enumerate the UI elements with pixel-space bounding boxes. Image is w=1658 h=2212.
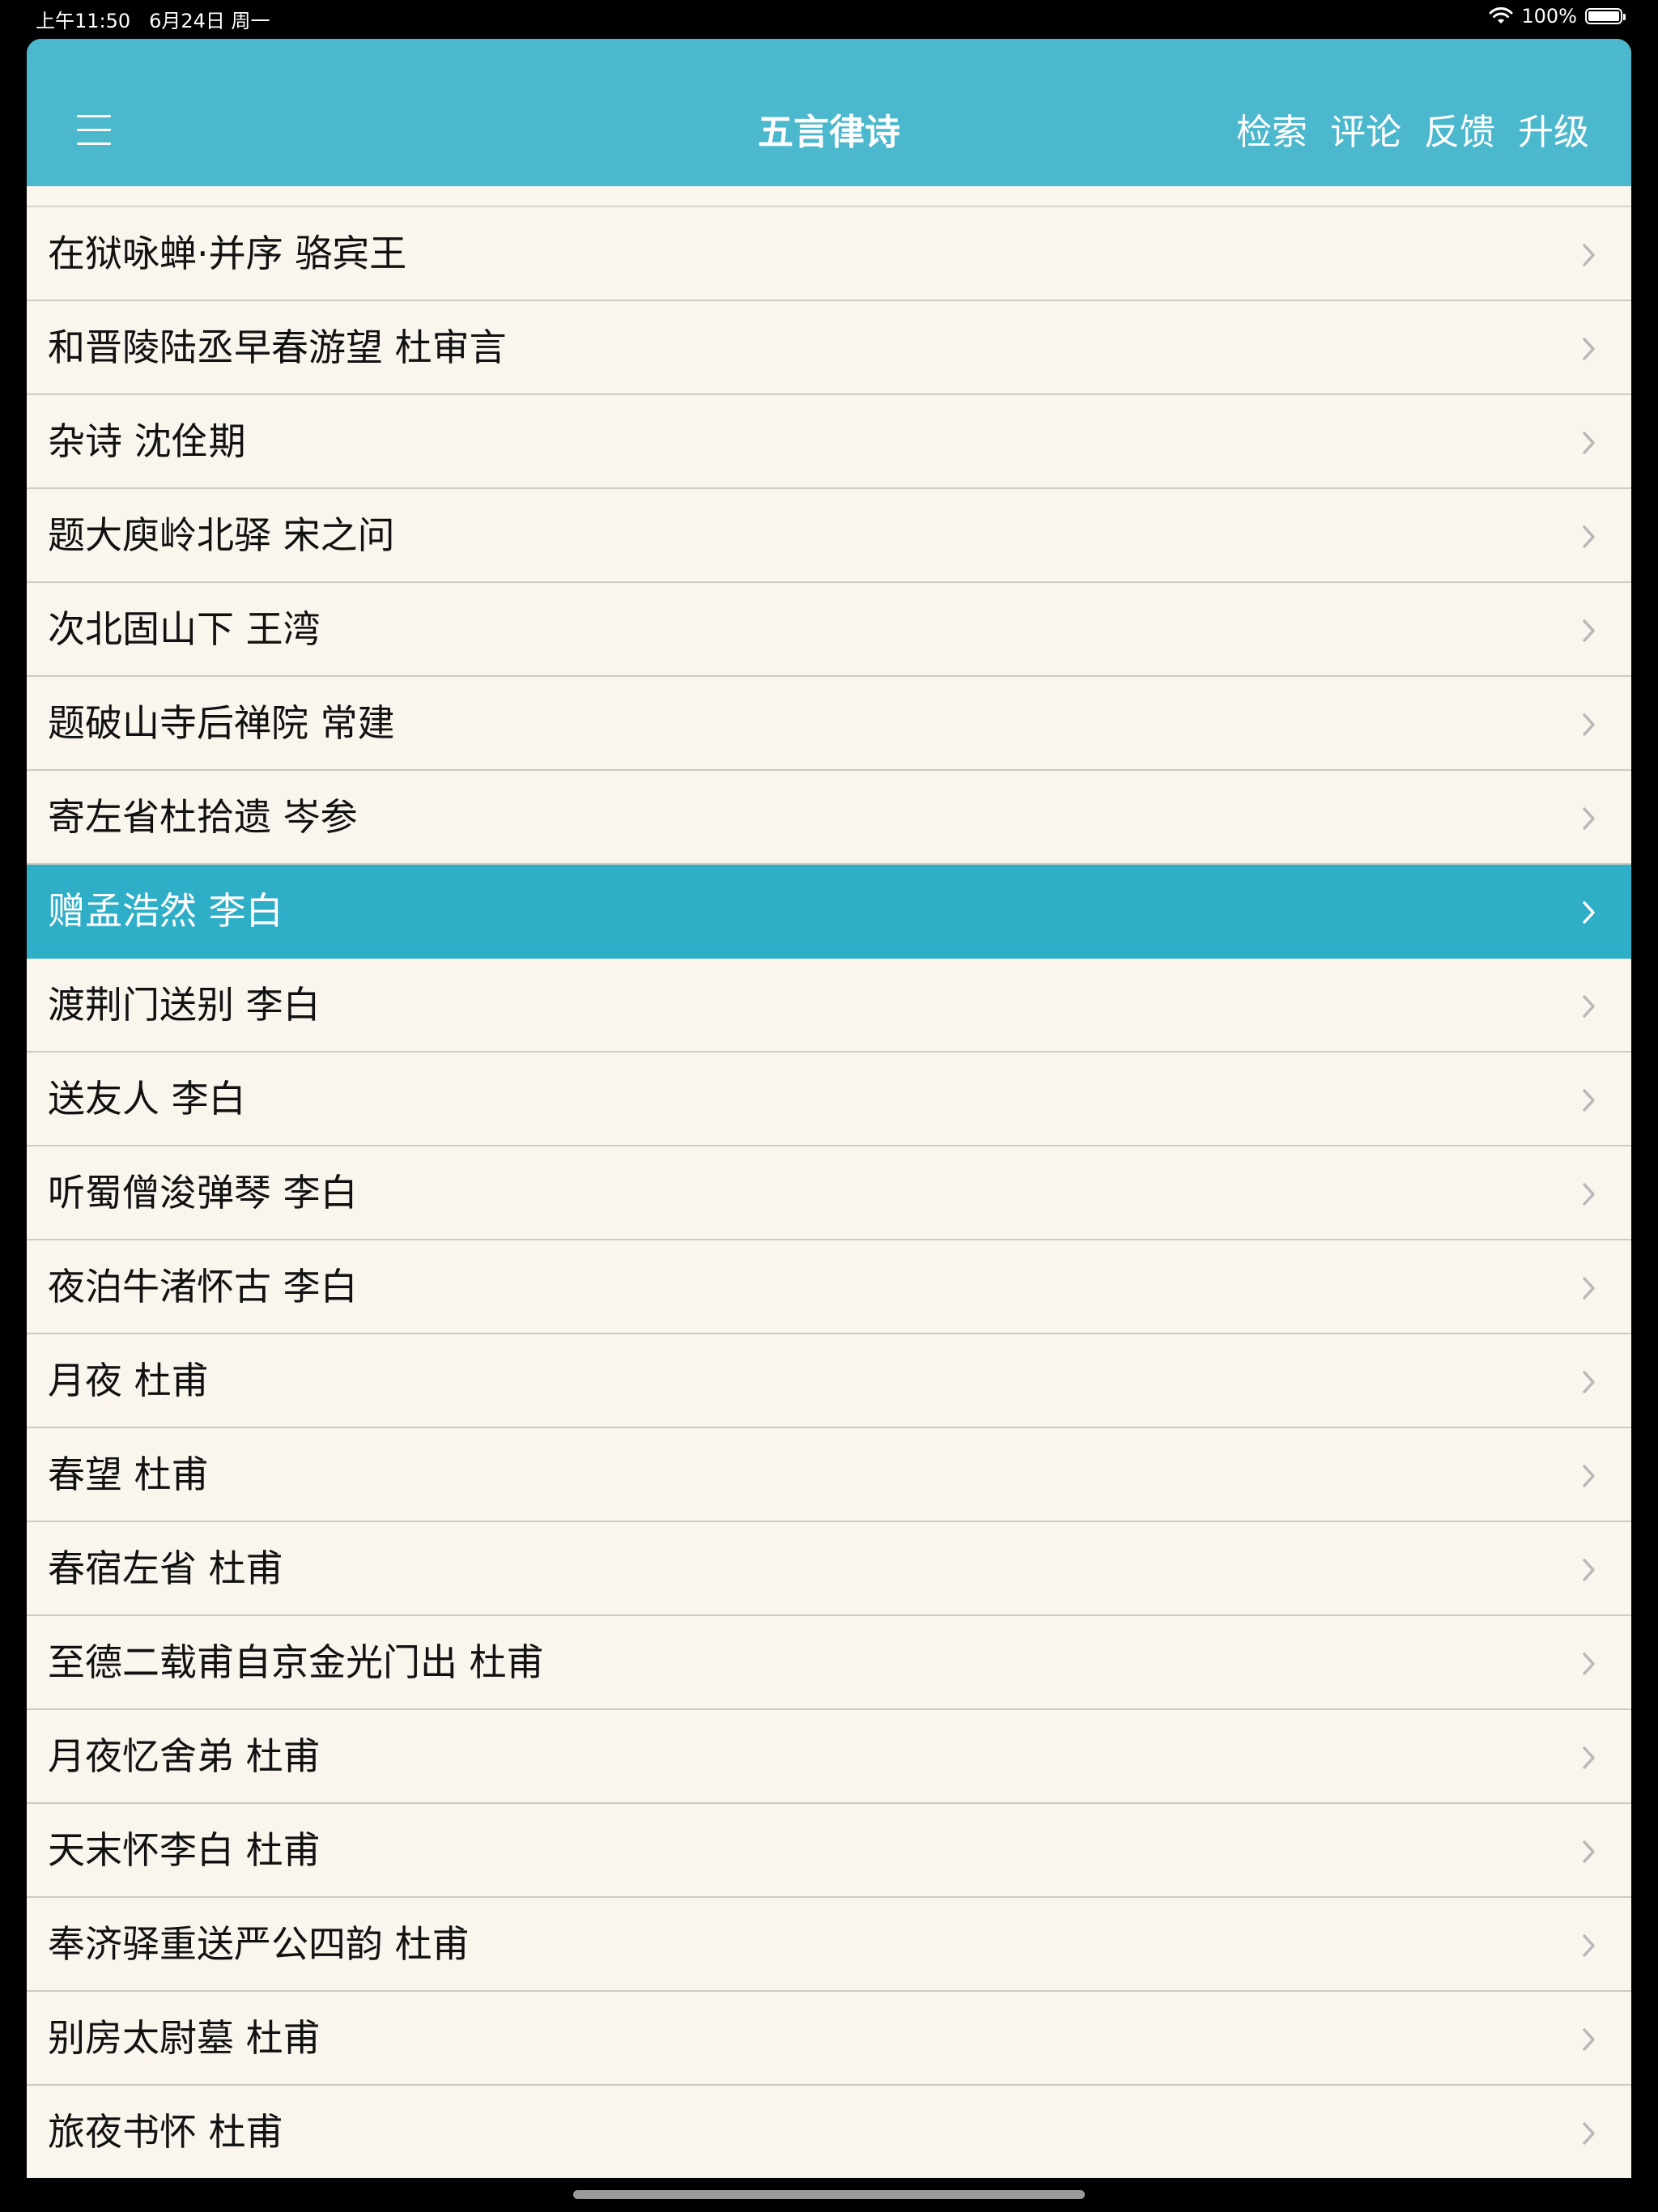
list-item-label: 春望 杜甫 [48, 1453, 209, 1496]
battery-percent: 100% [1521, 5, 1577, 28]
chevron-right-icon [1583, 1559, 1595, 1581]
chevron-right-icon [1583, 901, 1595, 924]
feedback-button[interactable]: 反馈 [1424, 110, 1495, 155]
chevron-right-icon [1583, 807, 1595, 830]
list-item[interactable]: 渡荆门送别 李白 [27, 959, 1631, 1053]
list-item-label: 送友人 李白 [48, 1077, 246, 1121]
list-item[interactable]: 月夜忆舍弟 杜甫 [27, 1710, 1631, 1804]
list-item[interactable]: 天末怀李白 杜甫 [27, 1804, 1631, 1898]
list-item-label: 月夜忆舍弟 杜甫 [48, 1734, 321, 1778]
chevron-right-icon [1583, 1934, 1595, 1957]
search-button[interactable]: 检索 [1236, 110, 1307, 155]
chevron-right-icon [1583, 1277, 1595, 1300]
list-item-label: 至德二载甫自京金光门出 杜甫 [48, 1640, 544, 1684]
chevron-right-icon [1583, 1183, 1595, 1206]
list-item-label: 天末怀李白 杜甫 [48, 1828, 321, 1872]
list-item-label: 春宿左省 杜甫 [48, 1546, 283, 1590]
chevron-right-icon [1583, 2122, 1595, 2145]
list-item-label: 夜泊牛渚怀古 李白 [48, 1265, 358, 1308]
list-top-separator [27, 186, 1631, 207]
chevron-right-icon [1583, 432, 1595, 454]
chevron-right-icon [1583, 244, 1595, 266]
list-item[interactable]: 在狱咏蝉·并序 骆宾王 [27, 207, 1631, 301]
battery-tip [1623, 14, 1626, 20]
list-item[interactable]: 送友人 李白 [27, 1053, 1631, 1146]
list-item[interactable]: 奉济驿重送严公四韵 杜甫 [27, 1898, 1631, 1992]
list-item-label: 和晋陵陆丞早春游望 杜审言 [48, 325, 507, 369]
chevron-right-icon [1583, 1465, 1595, 1487]
list-item[interactable]: 夜泊牛渚怀古 李白 [27, 1240, 1631, 1334]
list-item-label: 赠孟浩然 李白 [48, 889, 283, 933]
nav-actions: 检索 评论 反馈 升级 [1236, 110, 1589, 155]
list-item-label: 在狱咏蝉·并序 骆宾王 [48, 232, 407, 275]
list-item-label: 月夜 杜甫 [48, 1359, 209, 1402]
status-time-text: 上午11:50 [36, 10, 131, 32]
list-item[interactable]: 旅夜书怀 杜甫 [27, 2086, 1631, 2178]
battery-fill [1588, 11, 1619, 21]
chevron-right-icon [1583, 525, 1595, 548]
list-item-label: 杂诗 沈佺期 [48, 419, 246, 463]
list-item[interactable]: 春宿左省 杜甫 [27, 1522, 1631, 1616]
list-item[interactable]: 杂诗 沈佺期 [27, 395, 1631, 489]
chevron-right-icon [1583, 1840, 1595, 1863]
list-item-label: 听蜀僧浚弹琴 李白 [48, 1171, 358, 1214]
list-item[interactable]: 别房太尉墓 杜甫 [27, 1992, 1631, 2086]
list-item-label: 旅夜书怀 杜甫 [48, 2110, 283, 2154]
list-item-label: 别房太尉墓 杜甫 [48, 2016, 321, 2060]
chevron-right-icon [1583, 619, 1595, 642]
poem-list: 在狱咏蝉·并序 骆宾王和晋陵陆丞早春游望 杜审言 杂诗 沈佺期题大庾岭北驿 宋之问… [27, 186, 1631, 2178]
list-item[interactable]: 寄左省杜拾遗 岑参 [27, 771, 1631, 865]
wifi-icon [1489, 7, 1513, 23]
status-date-text: 6月24日 周一 [149, 10, 270, 32]
nav-bar: 五言律诗 检索 评论 反馈 升级 [27, 39, 1631, 186]
list-item-selected[interactable]: 赠孟浩然 李白 [27, 865, 1631, 959]
list-item[interactable]: 题大庾岭北驿 宋之问 [27, 489, 1631, 583]
chevron-right-icon [1583, 1653, 1595, 1675]
list-item[interactable]: 听蜀僧浚弹琴 李白 [27, 1146, 1631, 1240]
list-item[interactable]: 和晋陵陆丞早春游望 杜审言 [27, 301, 1631, 395]
list-item[interactable]: 春望 杜甫 [27, 1428, 1631, 1522]
chevron-right-icon [1583, 1746, 1595, 1769]
chevron-right-icon [1583, 713, 1595, 736]
upgrade-button[interactable]: 升级 [1518, 110, 1589, 155]
list-item-label: 次北固山下 王湾 [48, 607, 321, 651]
list-item[interactable]: 题破山寺后禅院 常建 [27, 677, 1631, 771]
list-item[interactable]: 次北固山下 王湾 [27, 583, 1631, 677]
chevron-right-icon [1583, 338, 1595, 360]
chevron-right-icon [1583, 1371, 1595, 1393]
status-bar: 上午11:50 6月24日 周一 100% [0, 0, 1658, 39]
chevron-right-icon [1583, 995, 1595, 1018]
status-right: 100% [1489, 5, 1626, 28]
home-indicator [573, 2190, 1085, 2199]
list-item[interactable]: 月夜 杜甫 [27, 1334, 1631, 1428]
list-item-label: 奉济驿重送严公四韵 杜甫 [48, 1922, 470, 1966]
menu-icon[interactable] [77, 115, 114, 146]
comment-button[interactable]: 评论 [1330, 110, 1401, 155]
list-item-label: 渡荆门送别 李白 [48, 983, 321, 1027]
list-item-label: 寄左省杜拾遗 岑参 [48, 795, 358, 839]
status-time: 上午11:50 6月24日 周一 [36, 5, 270, 33]
chevron-right-icon [1583, 1089, 1595, 1112]
list-item-label: 题大庾岭北驿 宋之问 [48, 513, 395, 557]
app-sheet: 五言律诗 检索 评论 反馈 升级 在狱咏蝉·并序 骆宾王和晋陵陆丞早春游望 杜审… [27, 39, 1631, 2178]
chevron-right-icon [1583, 2028, 1595, 2051]
battery-icon [1585, 8, 1626, 24]
list-item[interactable]: 至德二载甫自京金光门出 杜甫 [27, 1616, 1631, 1710]
list-item-label: 题破山寺后禅院 常建 [48, 701, 395, 745]
